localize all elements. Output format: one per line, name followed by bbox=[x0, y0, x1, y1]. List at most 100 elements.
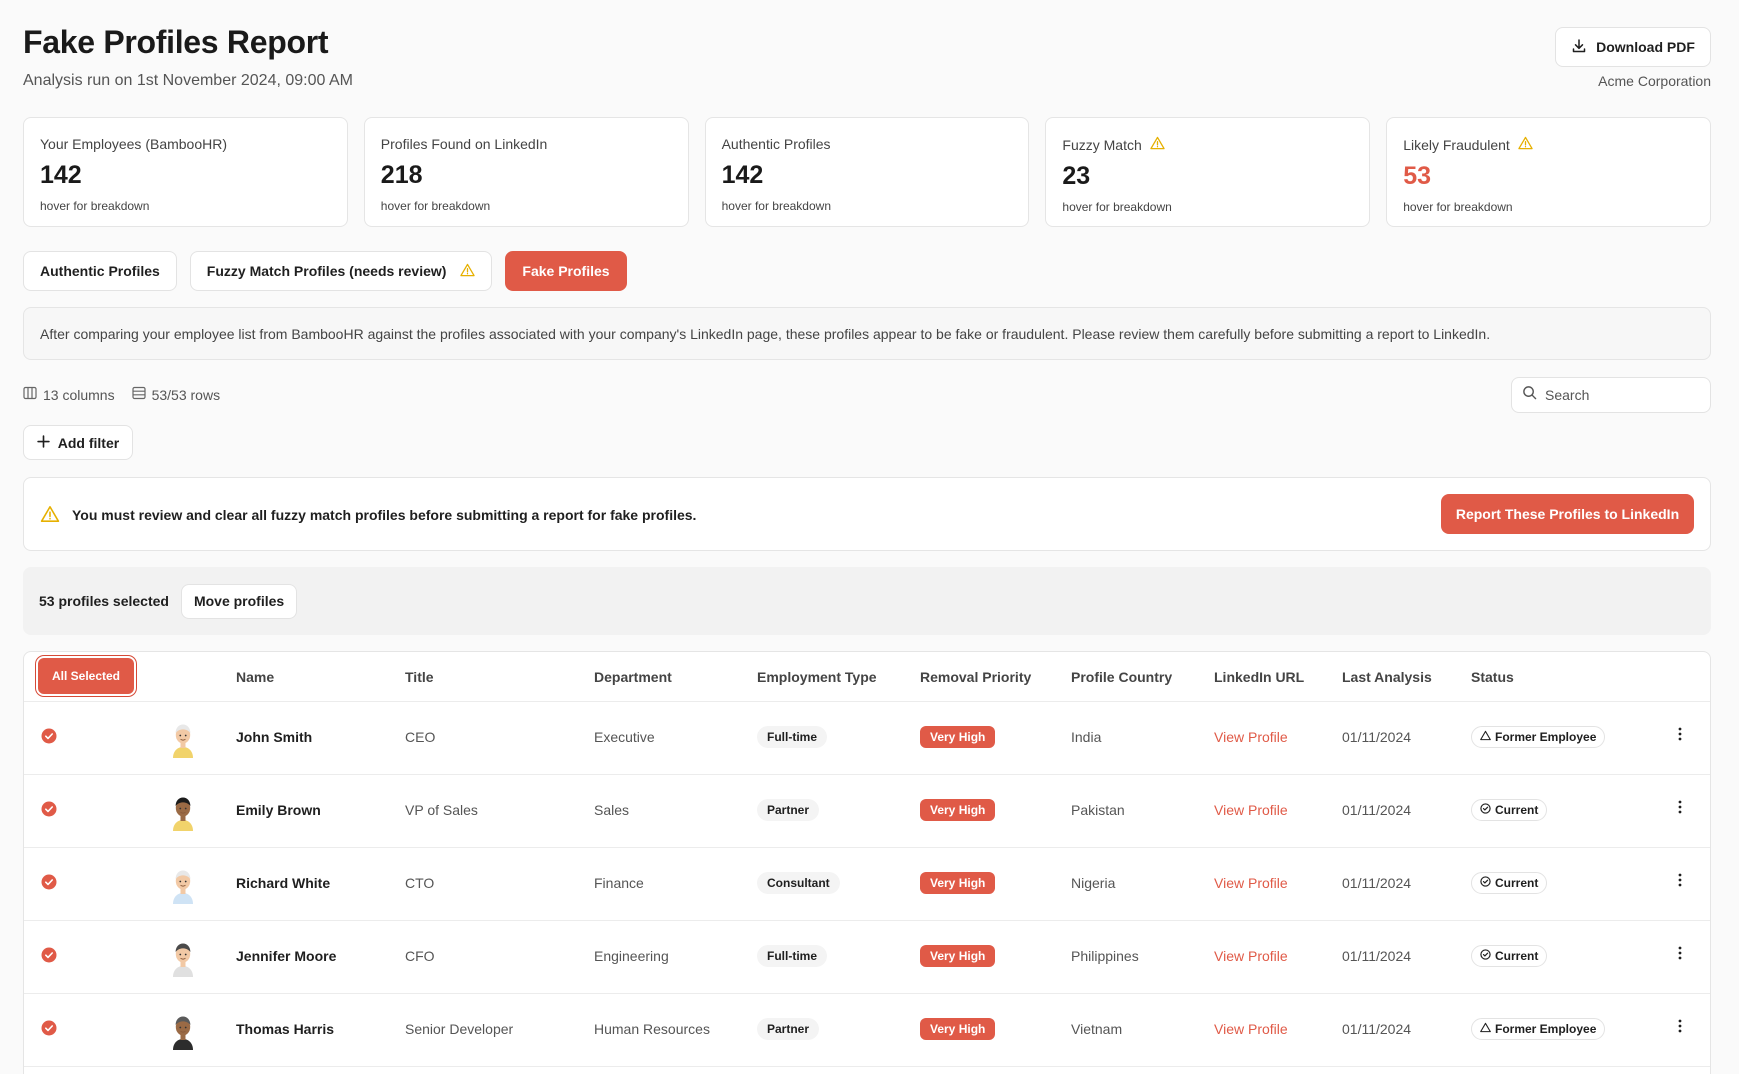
download-pdf-button[interactable]: Download PDF bbox=[1555, 27, 1711, 67]
tab-authentic-profiles[interactable]: Authentic Profiles bbox=[23, 251, 177, 291]
report-to-linkedin-button[interactable]: Report These Profiles to LinkedIn bbox=[1441, 494, 1694, 534]
profiles-table: All Selected Name Title Department Emplo… bbox=[23, 651, 1711, 1074]
stat-card-value: 142 bbox=[40, 161, 82, 189]
status-badge: Current bbox=[1471, 945, 1548, 967]
cell-country: India bbox=[1071, 729, 1102, 745]
table-row[interactable]: Thomas Harris Senior Developer Human Res… bbox=[24, 994, 1710, 1067]
view-profile-link[interactable]: View Profile bbox=[1214, 875, 1288, 891]
selection-bar: 53 profiles selected Move profiles bbox=[23, 567, 1711, 635]
priority-badge: Very High bbox=[920, 1018, 996, 1040]
select-all-button[interactable]: All Selected bbox=[38, 658, 134, 694]
more-options-icon[interactable] bbox=[1678, 873, 1682, 892]
warning-triangle-icon bbox=[40, 505, 60, 528]
priority-badge: Very High bbox=[920, 945, 996, 967]
tab-label: Authentic Profiles bbox=[40, 263, 160, 279]
stat-card-label-text: Fuzzy Match bbox=[1062, 136, 1142, 153]
cell-name: Jennifer Moore bbox=[236, 948, 337, 964]
status-badge: Current bbox=[1471, 872, 1548, 894]
warning-triangle-icon bbox=[1480, 730, 1491, 744]
cell-title: VP of Sales bbox=[405, 802, 478, 818]
row-checkbox[interactable] bbox=[41, 947, 57, 968]
row-checkbox[interactable] bbox=[41, 728, 57, 749]
more-options-icon[interactable] bbox=[1678, 1019, 1682, 1038]
stat-card-fraudulent[interactable]: Likely Fraudulent 53 hover for breakdown bbox=[1386, 117, 1711, 227]
tab-label: Fake Profiles bbox=[522, 263, 610, 279]
stat-card-authentic[interactable]: Authentic Profiles 142 hover for breakdo… bbox=[704, 117, 1030, 227]
view-profile-link[interactable]: View Profile bbox=[1214, 802, 1288, 818]
status-badge: Former Employee bbox=[1471, 1018, 1606, 1040]
cell-name: Emily Brown bbox=[236, 802, 321, 818]
search-input[interactable] bbox=[1545, 387, 1695, 403]
tab-fuzzy-match-profiles[interactable]: Fuzzy Match Profiles (needs review) bbox=[189, 251, 493, 291]
status-badge: Current bbox=[1471, 799, 1548, 821]
priority-badge: Very High bbox=[920, 726, 996, 748]
description-box: After comparing your employee list from … bbox=[23, 307, 1711, 360]
download-pdf-label: Download PDF bbox=[1596, 39, 1695, 55]
column-header-removal-priority[interactable]: Removal Priority bbox=[920, 669, 1031, 685]
column-header-last-analysis[interactable]: Last Analysis bbox=[1342, 669, 1432, 685]
company-name: Acme Corporation bbox=[1598, 73, 1711, 89]
column-header-title[interactable]: Title bbox=[405, 669, 434, 685]
cell-country: Pakistan bbox=[1071, 802, 1125, 818]
table-row[interactable]: Jennifer Moore CFO Engineering Full-time… bbox=[24, 921, 1710, 994]
cell-department: Sales bbox=[594, 802, 630, 818]
status-label: Former Employee bbox=[1495, 730, 1597, 744]
plus-icon bbox=[37, 434, 50, 451]
stat-card-fuzzy[interactable]: Fuzzy Match 23 hover for breakdown bbox=[1045, 117, 1371, 227]
column-header-name[interactable]: Name bbox=[236, 669, 274, 685]
table-meta: 13 columns 53/53 rows bbox=[23, 386, 220, 403]
avatar bbox=[164, 866, 202, 904]
tab-fake-profiles[interactable]: Fake Profiles bbox=[505, 251, 627, 291]
cell-last-analysis: 01/11/2024 bbox=[1342, 802, 1412, 818]
table-body: John Smith CEO Executive Full-time Very … bbox=[24, 702, 1710, 1067]
stat-card-hint: hover for breakdown bbox=[1403, 200, 1513, 214]
stat-card-linkedin[interactable]: Profiles Found on LinkedIn 218 hover for… bbox=[363, 117, 689, 227]
column-header-employment-type[interactable]: Employment Type bbox=[757, 669, 877, 685]
status-badge: Former Employee bbox=[1471, 726, 1606, 748]
column-header-status[interactable]: Status bbox=[1471, 669, 1514, 685]
stat-card-hint: hover for breakdown bbox=[40, 199, 150, 213]
warning-triangle-icon bbox=[460, 263, 476, 280]
stat-card-value: 53 bbox=[1403, 162, 1431, 190]
status-label: Current bbox=[1495, 803, 1539, 817]
more-options-icon[interactable] bbox=[1678, 800, 1682, 819]
download-icon bbox=[1571, 38, 1587, 57]
column-header-linkedin-url[interactable]: LinkedIn URL bbox=[1214, 669, 1304, 685]
table-header: All Selected Name Title Department Emplo… bbox=[24, 652, 1710, 702]
stat-card-employees[interactable]: Your Employees (BambooHR) 142 hover for … bbox=[23, 117, 348, 227]
cell-title: CEO bbox=[405, 729, 436, 745]
table-row[interactable]: Emily Brown VP of Sales Sales Partner Ve… bbox=[24, 775, 1710, 848]
cell-department: Engineering bbox=[594, 948, 669, 964]
warning-triangle-icon bbox=[1480, 1022, 1491, 1036]
columns-icon bbox=[23, 386, 37, 403]
search-box[interactable] bbox=[1511, 377, 1711, 413]
add-filter-button[interactable]: Add filter bbox=[23, 425, 133, 460]
row-checkbox[interactable] bbox=[41, 874, 57, 895]
employment-type-badge: Partner bbox=[757, 799, 820, 821]
move-profiles-button[interactable]: Move profiles bbox=[180, 583, 298, 619]
view-profile-link[interactable]: View Profile bbox=[1214, 948, 1288, 964]
cell-name: John Smith bbox=[236, 729, 313, 745]
avatar bbox=[164, 939, 202, 977]
rows-count[interactable]: 53/53 rows bbox=[131, 386, 220, 403]
view-profile-link[interactable]: View Profile bbox=[1214, 1021, 1288, 1037]
more-options-icon[interactable] bbox=[1678, 946, 1682, 965]
warning-text: You must review and clear all fuzzy matc… bbox=[72, 507, 697, 523]
employment-type-badge: Full-time bbox=[757, 945, 827, 967]
selection-count: 53 profiles selected bbox=[39, 593, 169, 609]
cell-country: Philippines bbox=[1071, 948, 1139, 964]
cell-department: Human Resources bbox=[594, 1021, 710, 1037]
column-header-department[interactable]: Department bbox=[594, 669, 672, 685]
row-checkbox[interactable] bbox=[41, 1020, 57, 1041]
stat-card-label-text: Profiles Found on LinkedIn bbox=[380, 136, 548, 152]
cell-last-analysis: 01/11/2024 bbox=[1342, 1021, 1412, 1037]
table-row[interactable]: Richard White CTO Finance Consultant Ver… bbox=[24, 848, 1710, 921]
stat-card-hint: hover for breakdown bbox=[380, 199, 491, 213]
table-row[interactable]: John Smith CEO Executive Full-time Very … bbox=[24, 702, 1710, 775]
more-options-icon[interactable] bbox=[1678, 727, 1682, 746]
tab-label: Fuzzy Match Profiles (needs review) bbox=[206, 263, 447, 279]
columns-count[interactable]: 13 columns bbox=[23, 386, 115, 403]
column-header-profile-country[interactable]: Profile Country bbox=[1071, 669, 1172, 685]
view-profile-link[interactable]: View Profile bbox=[1214, 729, 1288, 745]
row-checkbox[interactable] bbox=[41, 801, 57, 822]
